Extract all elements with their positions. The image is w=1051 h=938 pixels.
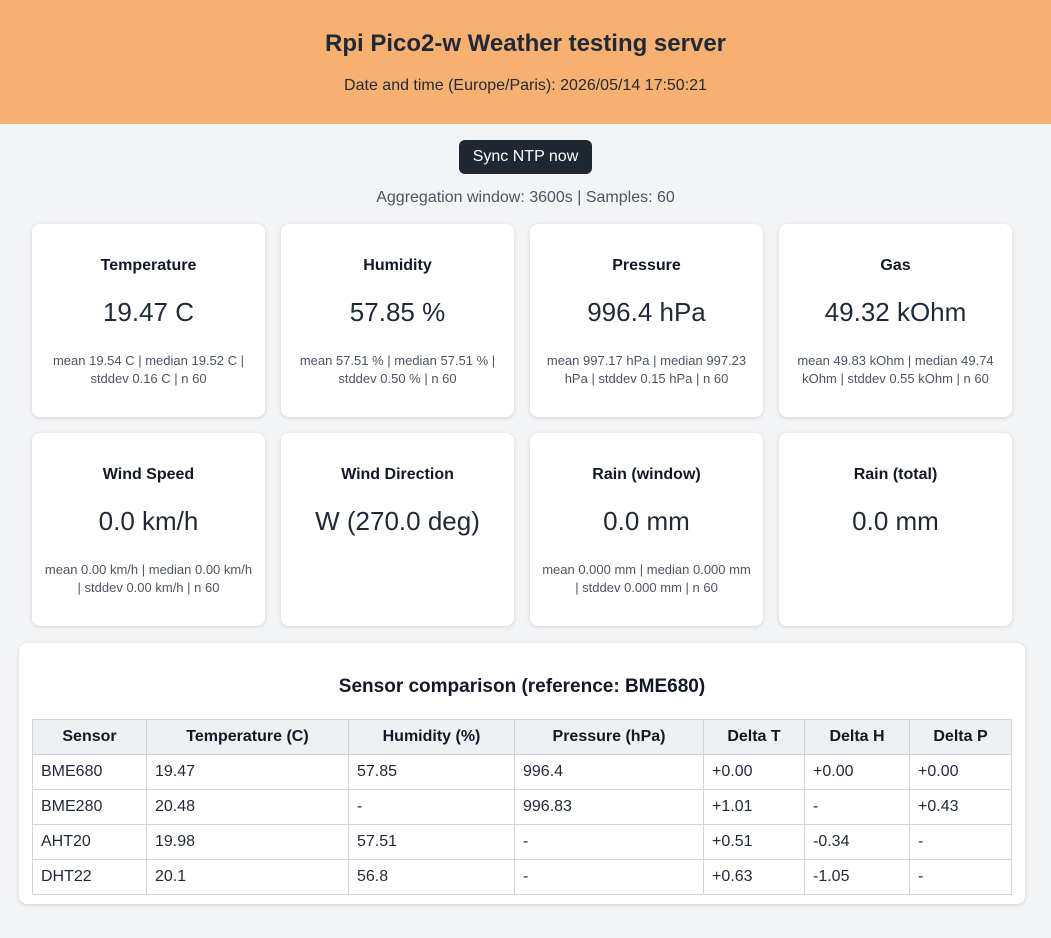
card-label: Rain (window) — [592, 466, 701, 483]
metrics-grid: Temperature 19.47 C mean 19.54 C | media… — [32, 224, 1012, 626]
table-cell: - — [909, 824, 1012, 860]
table-cell: 20.1 — [146, 859, 349, 895]
column-header: Pressure (hPa) — [514, 719, 704, 755]
table-cell: 19.47 — [146, 754, 349, 790]
table-cell: +0.43 — [909, 789, 1012, 825]
table-cell: 57.51 — [348, 824, 515, 860]
table-cell: 996.83 — [514, 789, 704, 825]
card-value: 996.4 hPa — [587, 297, 706, 327]
table-cell: BME280 — [32, 789, 147, 825]
table-cell: - — [514, 824, 704, 860]
table-cell: -0.34 — [804, 824, 910, 860]
table-cell: BME680 — [32, 754, 147, 790]
table-cell: - — [804, 789, 910, 825]
card-label: Temperature — [100, 257, 197, 274]
comparison-table: Sensor Temperature (C) Humidity (%) Pres… — [32, 719, 1012, 895]
card-pressure: Pressure 996.4 hPa mean 997.17 hPa | med… — [530, 224, 763, 417]
card-humidity: Humidity 57.85 % mean 57.51 % | median 5… — [281, 224, 514, 417]
card-stats: mean 49.83 kOhm | median 49.74 kOhm | st… — [797, 353, 994, 386]
table-cell: +0.51 — [703, 824, 805, 860]
table-cell: +1.01 — [703, 789, 805, 825]
card-value: 19.47 C — [102, 297, 195, 327]
table-cell: 56.8 — [348, 859, 515, 895]
card-stats: mean 0.000 mm | median 0.000 mm | stddev… — [542, 562, 751, 595]
sensor-comparison-panel: Sensor comparison (reference: BME680) Se… — [19, 643, 1025, 904]
card-label: Wind Speed — [102, 466, 195, 483]
card-stats: mean 19.54 C | median 19.52 C | stddev 0… — [52, 353, 245, 386]
table-cell: - — [909, 859, 1012, 895]
table-header-row: Sensor Temperature (C) Humidity (%) Pres… — [32, 719, 1012, 755]
column-header: Temperature (C) — [146, 719, 349, 755]
card-value: 0.0 mm — [852, 506, 939, 536]
table-cell: 20.48 — [146, 789, 349, 825]
card-value: 49.32 kOhm — [824, 297, 967, 327]
table-cell: 996.4 — [514, 754, 704, 790]
table-cell: +0.00 — [703, 754, 805, 790]
card-value: W (270.0 deg) — [315, 506, 480, 536]
card-value: 57.85 % — [349, 297, 446, 327]
aggregation-info: Aggregation window: 3600s | Samples: 60 — [376, 189, 675, 206]
card-rain-window: Rain (window) 0.0 mm mean 0.000 mm | med… — [530, 433, 763, 626]
card-label: Wind Direction — [341, 466, 454, 483]
controls: Sync NTP now Aggregation window: 3600s |… — [0, 124, 1051, 207]
table-cell: +0.00 — [909, 754, 1012, 790]
table-row: AHT20 19.98 57.51 - +0.51 -0.34 - — [32, 824, 1012, 860]
card-wind-direction: Wind Direction W (270.0 deg) — [281, 433, 514, 626]
comparison-title: Sensor comparison (reference: BME680) — [338, 676, 706, 697]
card-label: Humidity — [363, 257, 432, 274]
column-header: Humidity (%) — [348, 719, 515, 755]
table-cell: +0.63 — [703, 859, 805, 895]
card-label: Pressure — [612, 257, 681, 274]
table-cell: DHT22 — [32, 859, 147, 895]
table-cell: 57.85 — [348, 754, 515, 790]
card-gas: Gas 49.32 kOhm mean 49.83 kOhm | median … — [779, 224, 1012, 417]
table-cell: - — [514, 859, 704, 895]
card-stats: mean 997.17 hPa | median 997.23 hPa | st… — [546, 353, 747, 386]
table-cell: - — [348, 789, 515, 825]
column-header: Delta P — [909, 719, 1012, 755]
table-cell: AHT20 — [32, 824, 147, 860]
card-stats: mean 57.51 % | median 57.51 % | stddev 0… — [299, 353, 496, 386]
table-cell: 19.98 — [146, 824, 349, 860]
card-wind-speed: Wind Speed 0.0 km/h mean 0.00 km/h | med… — [32, 433, 265, 626]
page-title: Rpi Pico2-w Weather testing server — [324, 30, 726, 57]
card-value: 0.0 mm — [603, 506, 690, 536]
column-header: Delta H — [804, 719, 910, 755]
column-header: Delta T — [703, 719, 805, 755]
table-cell: -1.05 — [804, 859, 910, 895]
card-label: Gas — [880, 257, 911, 274]
table-row: BME680 19.47 57.85 996.4 +0.00 +0.00 +0.… — [32, 754, 1012, 790]
page-header: Rpi Pico2-w Weather testing server Date … — [0, 0, 1051, 124]
card-rain-total: Rain (total) 0.0 mm — [779, 433, 1012, 626]
column-header: Sensor — [32, 719, 147, 755]
table-row: BME280 20.48 - 996.83 +1.01 - +0.43 — [32, 789, 1012, 825]
table-cell: +0.00 — [804, 754, 910, 790]
card-value: 0.0 km/h — [98, 506, 199, 536]
table-row: DHT22 20.1 56.8 - +0.63 -1.05 - — [32, 859, 1012, 895]
card-stats: mean 0.00 km/h | median 0.00 km/h | stdd… — [44, 562, 253, 595]
card-temperature: Temperature 19.47 C mean 19.54 C | media… — [32, 224, 265, 417]
sync-ntp-button[interactable]: Sync NTP now — [458, 140, 593, 174]
datetime-display: Date and time (Europe/Paris): 2026/05/14… — [344, 77, 707, 94]
card-label: Rain (total) — [853, 466, 938, 483]
